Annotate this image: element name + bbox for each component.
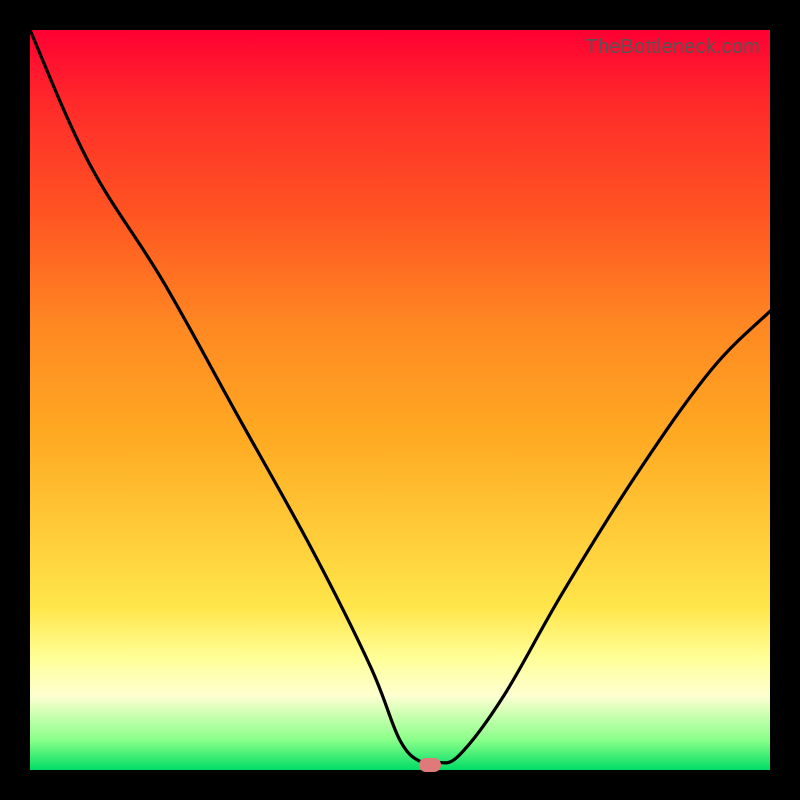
chart-frame: TheBottleneck.com <box>0 0 800 800</box>
optimal-marker <box>419 758 441 772</box>
plot-area: TheBottleneck.com <box>30 30 770 770</box>
bottleneck-curve <box>30 30 770 770</box>
curve-path <box>30 30 770 765</box>
